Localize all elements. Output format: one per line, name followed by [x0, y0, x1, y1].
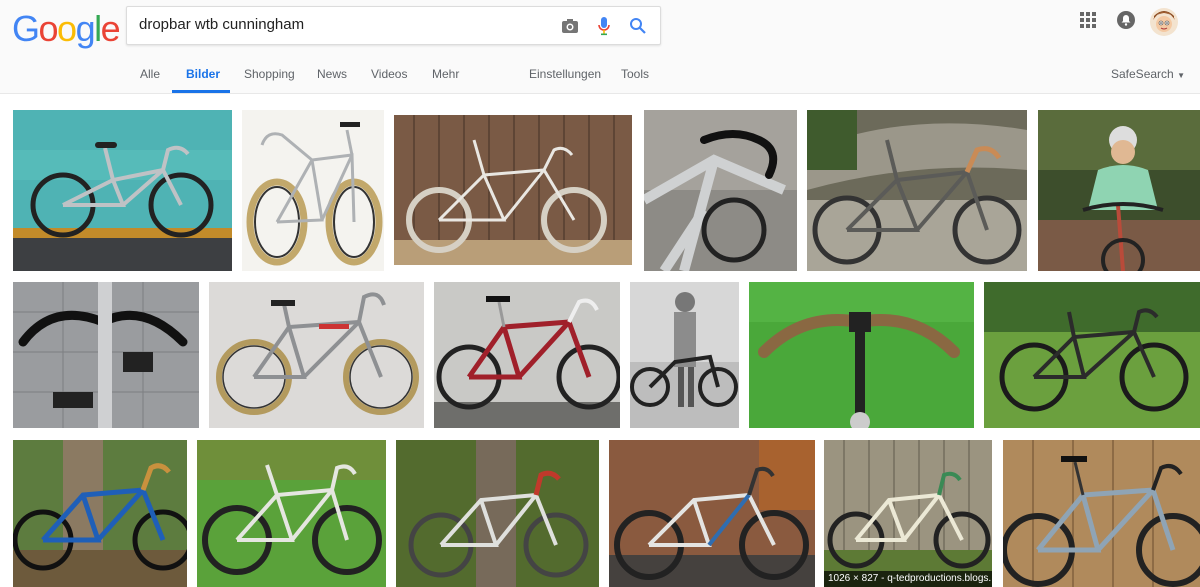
- safesearch-button[interactable]: SafeSearch ▼: [1111, 67, 1185, 81]
- image-result[interactable]: [13, 440, 187, 587]
- bike-thumbnail: [396, 440, 599, 587]
- notifications-bell-icon[interactable]: [1116, 10, 1136, 35]
- bike-thumbnail: [1038, 110, 1200, 271]
- tab-news[interactable]: News: [317, 67, 347, 81]
- apps-grid-icon[interactable]: [1080, 12, 1096, 33]
- search-tabs: Alle Bilder Shopping News Videos Mehr Ei…: [0, 58, 1200, 94]
- image-result[interactable]: [749, 282, 974, 428]
- image-caption: 1026 × 827 - q-tedproductions.blogs...: [824, 571, 992, 587]
- image-result[interactable]: [242, 110, 384, 271]
- chevron-down-icon: ▼: [1177, 71, 1185, 80]
- image-result[interactable]: [13, 282, 199, 428]
- image-result[interactable]: [13, 110, 232, 271]
- image-result[interactable]: [1038, 110, 1200, 271]
- active-tab-indicator: [172, 90, 230, 93]
- bike-thumbnail: [807, 110, 1027, 271]
- google-logo[interactable]: Google: [12, 8, 121, 50]
- tab-images[interactable]: Bilder: [186, 67, 220, 81]
- bike-thumbnail: [1003, 440, 1200, 587]
- image-result[interactable]: [434, 282, 620, 428]
- tab-all[interactable]: Alle: [140, 67, 160, 81]
- tab-settings[interactable]: Einstellungen: [529, 67, 601, 81]
- bike-thumbnail: [13, 440, 187, 587]
- image-result[interactable]: [644, 110, 797, 271]
- image-result[interactable]: [1003, 440, 1200, 587]
- bike-thumbnail: [609, 440, 815, 587]
- camera-icon[interactable]: [559, 15, 581, 37]
- bike-thumbnail: [13, 110, 232, 271]
- bike-thumbnail: [644, 110, 797, 271]
- bike-thumbnail: [434, 282, 620, 428]
- tab-more[interactable]: Mehr: [432, 67, 459, 81]
- image-result[interactable]: [807, 110, 1027, 271]
- tab-tools[interactable]: Tools: [621, 67, 649, 81]
- safesearch-label: SafeSearch: [1111, 67, 1174, 81]
- bike-thumbnail: [209, 282, 424, 428]
- image-result[interactable]: [394, 115, 632, 265]
- tab-videos[interactable]: Videos: [371, 67, 407, 81]
- image-result[interactable]: [209, 282, 424, 428]
- image-result[interactable]: [630, 282, 739, 428]
- bike-thumbnail: [749, 282, 974, 428]
- bike-thumbnail: [824, 440, 992, 587]
- avatar[interactable]: [1150, 8, 1178, 41]
- image-result[interactable]: [824, 440, 992, 587]
- bike-thumbnail: [13, 282, 199, 428]
- bike-thumbnail: [242, 110, 384, 271]
- bike-thumbnail: [630, 282, 739, 428]
- image-result[interactable]: [984, 282, 1200, 428]
- image-result[interactable]: [609, 440, 815, 587]
- bike-thumbnail: [394, 115, 632, 265]
- header: Google Alle: [0, 0, 1200, 94]
- bike-thumbnail: [984, 282, 1200, 428]
- microphone-icon[interactable]: [593, 15, 615, 37]
- image-result[interactable]: [197, 440, 386, 587]
- bike-thumbnail: [197, 440, 386, 587]
- tab-shopping[interactable]: Shopping: [244, 67, 295, 81]
- search-input[interactable]: [139, 16, 539, 33]
- search-box: [126, 6, 661, 45]
- image-result[interactable]: [396, 440, 599, 587]
- search-icon[interactable]: [627, 15, 649, 37]
